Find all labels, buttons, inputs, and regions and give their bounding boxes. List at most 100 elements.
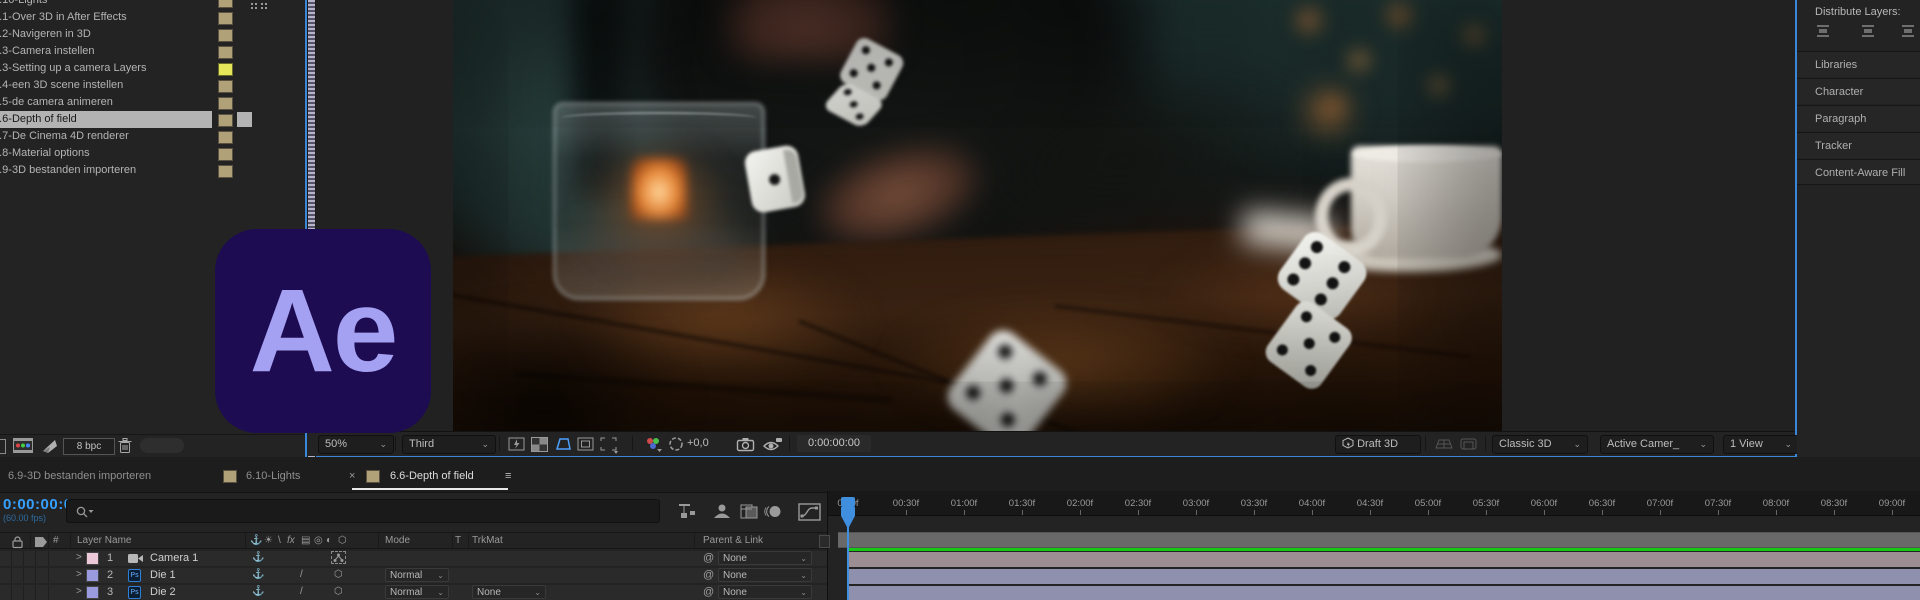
label-color-swatch[interactable]: [218, 46, 233, 59]
pick-whip-icon[interactable]: @: [703, 569, 714, 581]
work-area-bar[interactable]: [838, 532, 1920, 548]
panel-tab-paragraph[interactable]: Paragraph: [1797, 105, 1920, 131]
distribute-vertical-center-icon[interactable]: [1860, 24, 1876, 40]
project-item[interactable]: 6.1-Over 3D in After Effects: [0, 9, 305, 26]
resolution-dropdown[interactable]: Third⌄: [402, 435, 496, 454]
layer-duration-bar-camera-1[interactable]: [848, 552, 1920, 567]
distribute-vertical-top-icon[interactable]: [1815, 24, 1831, 40]
project-item[interactable]: 6.3-Camera instellen: [0, 43, 305, 60]
label-color-swatch[interactable]: [218, 131, 233, 144]
label-color-swatch[interactable]: [218, 165, 233, 178]
interpret-footage-icon[interactable]: [13, 438, 33, 453]
playhead[interactable]: [841, 497, 855, 531]
layer-duration-bar-die-1[interactable]: [848, 569, 1920, 584]
channels-icon[interactable]: [645, 437, 661, 451]
mini-flowchart-icon[interactable]: [676, 503, 698, 520]
label-column-icon[interactable]: [34, 536, 48, 548]
project-item[interactable]: 6.2-Navigeren in 3D: [0, 26, 305, 43]
layer-label-swatch[interactable]: [86, 552, 99, 565]
tab-menu-icon[interactable]: ≡: [505, 469, 511, 483]
trash-icon[interactable]: [118, 438, 132, 454]
label-color-swatch[interactable]: [218, 148, 233, 161]
layer-name[interactable]: Die 1: [150, 569, 176, 581]
renderer-dropdown[interactable]: Classic 3D⌄: [1492, 435, 1588, 454]
view-layout-dropdown[interactable]: 1 View⌄: [1723, 435, 1799, 454]
panel-mini-icon[interactable]: [251, 3, 258, 10]
camera-dropdown[interactable]: Active Camer_⌄: [1600, 435, 1714, 454]
blend-mode-dropdown[interactable]: Normal⌄: [385, 585, 449, 599]
panel-tab-content-aware-fill[interactable]: Content-Aware Fill: [1797, 159, 1920, 185]
safe-margins-icon[interactable]: [577, 437, 595, 451]
project-item-name[interactable]: 6.6-Depth of field: [0, 111, 77, 128]
layer-name[interactable]: Camera 1: [150, 552, 198, 564]
label-color-swatch[interactable]: [218, 80, 233, 93]
motion-blur-icon[interactable]: [763, 503, 783, 520]
trkmat-dropdown[interactable]: None⌄: [472, 585, 546, 599]
parent-dropdown[interactable]: None⌄: [718, 551, 812, 565]
parent-dropdown[interactable]: None⌄: [718, 585, 812, 599]
project-item[interactable]: 6.4-een 3D scene instellen: [0, 77, 305, 94]
label-color-swatch[interactable]: [218, 12, 233, 25]
project-item[interactable]: 6.10-Lights: [0, 0, 305, 9]
anchor-switch[interactable]: ⚓: [252, 569, 264, 580]
show-snapshot-icon[interactable]: [763, 437, 783, 451]
project-item-name[interactable]: 6.7-De Cinema 4D renderer: [0, 128, 129, 145]
label-color-swatch[interactable]: [218, 29, 233, 42]
panel-tab-character[interactable]: Character: [1797, 78, 1920, 104]
label-color-swatch[interactable]: [218, 97, 233, 110]
project-item-selected[interactable]: 6.6-Depth of field: [0, 111, 305, 128]
timeline-tab[interactable]: 6.9-3D bestanden importeren: [8, 469, 151, 483]
parent-dropdown[interactable]: None⌄: [718, 568, 812, 582]
layer-row-die-1[interactable]: > 2 Ps Die 1 ⚓ / ⬡ Normal⌄ @ None⌄: [0, 568, 827, 583]
project-item-name[interactable]: 6.9-3D bestanden importeren: [0, 162, 136, 179]
shy-toggle-icon[interactable]: [711, 503, 733, 520]
exposure-offset-value[interactable]: +0,0: [687, 435, 709, 452]
panel-grip[interactable]: [140, 438, 184, 453]
anchor-switch[interactable]: ⚓: [252, 552, 264, 563]
project-item[interactable]: 6.3-Setting up a camera Layers: [0, 60, 305, 77]
layer-row-camera-1[interactable]: > 1 Camera 1 ⚓ @ None⌄: [0, 551, 827, 566]
anchor-switch[interactable]: ⚓: [252, 586, 264, 597]
project-item-name[interactable]: 6.8-Material options: [0, 145, 90, 162]
label-color-swatch[interactable]: [218, 63, 233, 76]
bit-depth-button[interactable]: 8 bpc: [63, 438, 115, 455]
project-item-name[interactable]: 6.4-een 3D scene instellen: [0, 77, 123, 94]
label-color-swatch[interactable]: [218, 114, 233, 127]
layer-label-swatch[interactable]: [86, 586, 99, 599]
project-item-name[interactable]: 6.2-Navigeren in 3D: [0, 26, 91, 43]
layer-label-swatch[interactable]: [86, 569, 99, 582]
threed-switch[interactable]: ⬡: [334, 569, 343, 580]
blend-mode-dropdown[interactable]: Normal⌄: [385, 568, 449, 582]
region-of-interest-icon[interactable]: [600, 437, 618, 451]
quality-switch[interactable]: /: [300, 569, 303, 580]
switch-focus-box[interactable]: [331, 551, 346, 564]
quality-switch[interactable]: /: [300, 586, 303, 597]
panel-mini-icon[interactable]: [261, 3, 268, 10]
magnification-dropdown[interactable]: 50%⌄: [318, 435, 394, 454]
tab-close-icon[interactable]: ×: [349, 469, 355, 483]
project-item[interactable]: 6.5-de camera animeren: [0, 94, 305, 111]
panel-tab-tracker[interactable]: Tracker: [1797, 132, 1920, 158]
comp-marker-bin[interactable]: [819, 535, 830, 548]
pick-whip-icon[interactable]: @: [703, 552, 714, 564]
expander-icon[interactable]: >: [76, 552, 82, 563]
mask-visibility-icon[interactable]: [554, 437, 572, 451]
snapshot-camera-icon[interactable]: [737, 437, 755, 451]
pick-whip-icon[interactable]: @: [703, 586, 714, 598]
expander-icon[interactable]: >: [76, 569, 82, 580]
label-color-swatch[interactable]: [218, 0, 233, 8]
layer-duration-bar-die-2[interactable]: [848, 586, 1920, 600]
timeline-tab-active[interactable]: 6.6-Depth of field: [390, 469, 474, 483]
exposure-icon[interactable]: [669, 437, 687, 451]
layer-name[interactable]: Die 2: [150, 586, 176, 598]
transparency-grid-icon[interactable]: [531, 437, 548, 452]
project-item[interactable]: 6.9-3D bestanden importeren: [0, 162, 305, 179]
project-item-name[interactable]: 6.3-Setting up a camera Layers: [0, 60, 146, 77]
distribute-vertical-bottom-icon[interactable]: [1900, 24, 1916, 40]
threed-switch[interactable]: ⬡: [334, 586, 343, 597]
proxy-rocket-icon[interactable]: [42, 438, 59, 454]
layer-row-die-2[interactable]: > 3 Ps Die 2 ⚓ / ⬡ Normal⌄ None⌄ @ None⌄: [0, 585, 827, 600]
project-item[interactable]: 6.8-Material options: [0, 145, 305, 162]
frame-blending-icon[interactable]: [740, 503, 760, 520]
project-item-name[interactable]: 6.1-Over 3D in After Effects: [0, 9, 127, 26]
